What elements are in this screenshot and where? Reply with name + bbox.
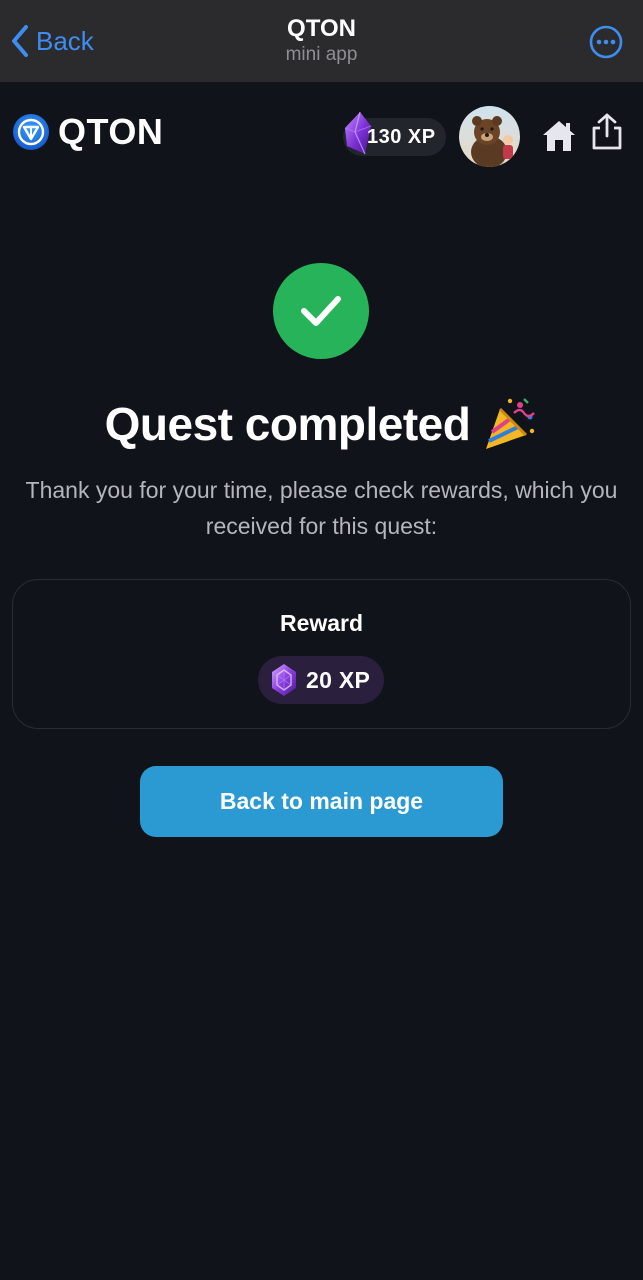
home-icon[interactable] (540, 118, 578, 154)
completion-message: Thank you for your time, please check re… (25, 477, 618, 539)
reward-card: Reward 20 XP (12, 579, 631, 729)
app-title: QTON (287, 15, 356, 42)
success-badge (273, 263, 369, 359)
logo-text: QTON (58, 111, 164, 152)
back-to-main-button[interactable]: Back to main page (140, 766, 503, 837)
checkmark-icon (301, 296, 341, 326)
xp-balance: 130 XP (367, 125, 436, 148)
reward-amount: 20 XP (306, 666, 371, 693)
telegram-top-bar: Back QTON mini app (0, 0, 643, 82)
page-title: Quest completed (0, 392, 643, 456)
reward-xp-badge: 20 XP (258, 656, 385, 704)
avatar[interactable] (459, 106, 520, 167)
party-popper-icon (486, 398, 536, 449)
app-header: QTON 130 XP (0, 82, 643, 182)
ellipsis-circle-icon[interactable] (589, 25, 623, 59)
mini-app-title: QTON mini app (0, 14, 643, 66)
headline-text: Quest completed (104, 398, 471, 450)
reward-title: Reward (279, 610, 364, 636)
back-to-main-label: Back to main page (219, 788, 424, 814)
share-icon[interactable] (590, 112, 624, 152)
purple-gem-icon (272, 664, 296, 696)
avatar-image (459, 106, 520, 167)
xp-balance-badge[interactable]: 130 XP (343, 111, 446, 156)
qton-logo-icon (13, 114, 49, 150)
logo[interactable]: QTON (12, 112, 163, 152)
app-subtitle: mini app (285, 44, 358, 65)
